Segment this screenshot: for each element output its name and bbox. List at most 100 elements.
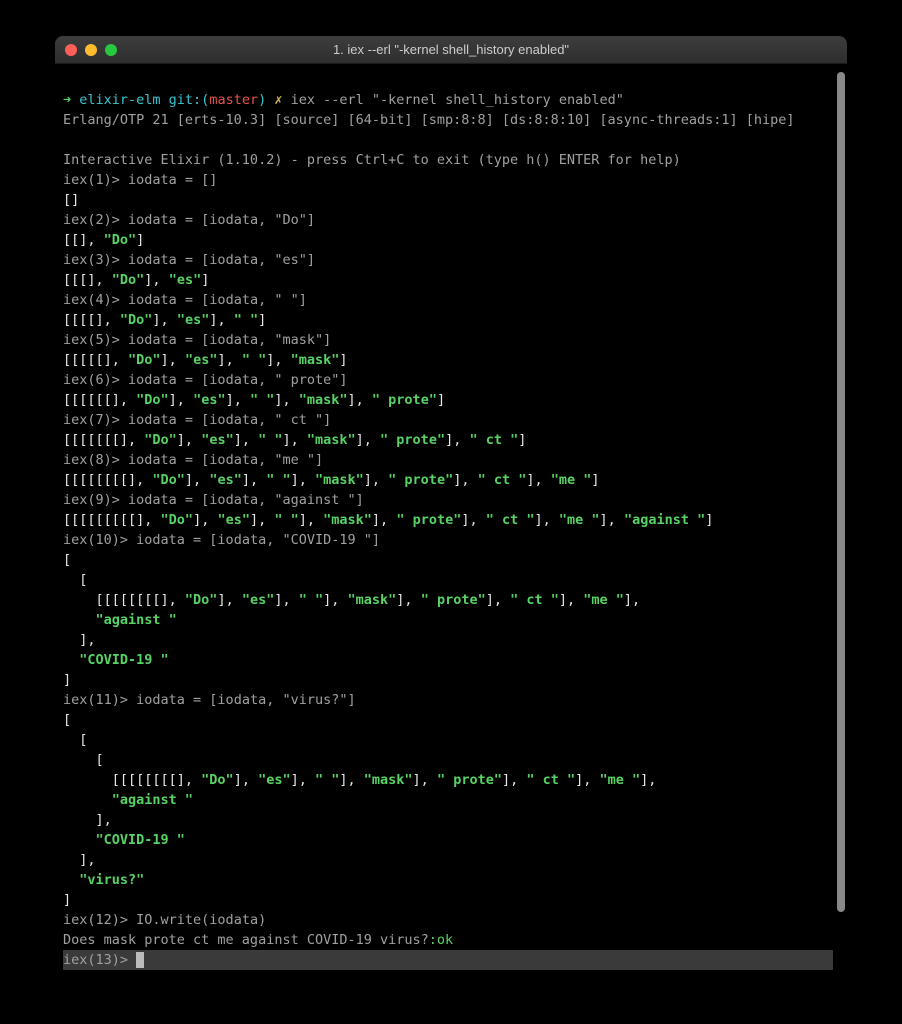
string: "es" — [193, 392, 226, 408]
maximize-icon[interactable] — [105, 44, 117, 56]
iex-output: ] — [201, 272, 209, 288]
iex-output: ], — [461, 512, 485, 528]
cursor-icon — [136, 952, 144, 968]
iex-output: ], — [242, 472, 266, 488]
string: "Do" — [152, 472, 185, 488]
iex-output: ], — [282, 432, 306, 448]
iex-output: ], — [413, 772, 437, 788]
iex-output: ], — [63, 632, 96, 648]
iex-output: ], — [250, 512, 274, 528]
iex-output: ], — [63, 852, 96, 868]
window-title: 1. iex --erl "-kernel shell_history enab… — [55, 40, 847, 60]
scroll-thumb[interactable] — [837, 72, 845, 912]
string: " " — [315, 772, 339, 788]
string: "Do" — [104, 232, 137, 248]
iex-output: ], — [526, 472, 550, 488]
string: " ct " — [526, 772, 575, 788]
dirty-icon: ✗ — [266, 92, 290, 108]
iex-output: ], — [453, 472, 477, 488]
iex-prompt: iex(2)> — [63, 212, 128, 228]
iex-output: [ — [63, 712, 71, 728]
string: "me " — [583, 592, 624, 608]
string: "es" — [217, 512, 250, 528]
iex-input: iodata = [] — [128, 172, 217, 188]
iex-prompt: iex(6)> — [63, 372, 128, 388]
iex-output: ], — [640, 772, 656, 788]
string: "es" — [169, 272, 202, 288]
string: "against " — [624, 512, 705, 528]
iex-output: ], — [356, 432, 380, 448]
iex-output: ], — [209, 312, 233, 328]
iex-output: ], — [364, 472, 388, 488]
iex-input: iodata = [iodata, "against "] — [128, 492, 364, 508]
string: "es" — [201, 432, 234, 448]
string: "Do" — [144, 432, 177, 448]
iex-prompt: iex(13)> — [63, 952, 136, 968]
iex-output: ], — [486, 592, 510, 608]
string: "Do" — [185, 592, 218, 608]
string: " ct " — [478, 472, 527, 488]
iex-output: ] — [136, 232, 144, 248]
iex-output: ], — [217, 352, 241, 368]
iex-prompt: iex(11)> — [63, 692, 136, 708]
atom: :ok — [429, 932, 453, 948]
string: "against " — [63, 612, 177, 628]
iex-prompt: iex(12)> — [63, 912, 136, 928]
active-line[interactable]: iex(13)> — [63, 950, 833, 970]
terminal-body[interactable]: ➜ elixir-elm git:(master) ✗ iex --erl "-… — [55, 64, 847, 972]
iex-prompt: iex(7)> — [63, 412, 128, 428]
iex-output: [[[[[[], — [63, 392, 136, 408]
iex-output: [[[[[[[[], — [63, 772, 201, 788]
iex-prompt: iex(3)> — [63, 252, 128, 268]
string: "Do" — [112, 272, 145, 288]
string: " " — [266, 472, 290, 488]
iex-output: ], — [234, 772, 258, 788]
iex-output: ], — [266, 352, 290, 368]
iex-output: ], — [274, 392, 298, 408]
git-label: git:( — [161, 92, 210, 108]
terminal-window: 1. iex --erl "-kernel shell_history enab… — [55, 36, 847, 972]
string: "mask" — [364, 772, 413, 788]
iex-output: ], — [396, 592, 420, 608]
git-branch: master — [209, 92, 258, 108]
string: " " — [242, 352, 266, 368]
iex-output: ], — [445, 432, 469, 448]
iex-output: ] — [437, 392, 445, 408]
string: "Do" — [161, 512, 194, 528]
scrollbar[interactable] — [837, 72, 845, 912]
minimize-icon[interactable] — [85, 44, 97, 56]
string: "virus?" — [63, 872, 144, 888]
command: iex --erl "-kernel shell_history enabled… — [291, 92, 624, 108]
string: " " — [299, 592, 323, 608]
iex-output: ] — [339, 352, 347, 368]
string: "me " — [559, 512, 600, 528]
string: "es" — [177, 312, 210, 328]
iex-output: [ — [63, 572, 87, 588]
string: " prote" — [380, 432, 445, 448]
iex-input: IO.write(iodata) — [136, 912, 266, 928]
titlebar: 1. iex --erl "-kernel shell_history enab… — [55, 36, 847, 64]
iex-output: [[[[[[[[], — [63, 472, 152, 488]
iex-output: ], — [161, 352, 185, 368]
iex-output: ], — [274, 592, 298, 608]
iex-input: iodata = [iodata, "mask"] — [128, 332, 331, 348]
string: "Do" — [128, 352, 161, 368]
iex-output: [[[[[], — [63, 352, 128, 368]
iex-output: ], — [63, 812, 112, 828]
string: "COVID-19 " — [63, 832, 185, 848]
iex-output: ] — [63, 892, 71, 908]
string: "against " — [63, 792, 193, 808]
close-icon[interactable] — [65, 44, 77, 56]
iex-output: ], — [372, 512, 396, 528]
iex-output: ], — [575, 772, 599, 788]
iex-output: ] — [591, 472, 599, 488]
iex-prompt: iex(1)> — [63, 172, 128, 188]
iex-output: [[], — [63, 232, 104, 248]
string: " prote" — [396, 512, 461, 528]
iex-output: ], — [600, 512, 624, 528]
string: " " — [234, 312, 258, 328]
string: " ct " — [510, 592, 559, 608]
iex-output: ], — [185, 472, 209, 488]
string: "me " — [551, 472, 592, 488]
iex-output: ], — [291, 472, 315, 488]
